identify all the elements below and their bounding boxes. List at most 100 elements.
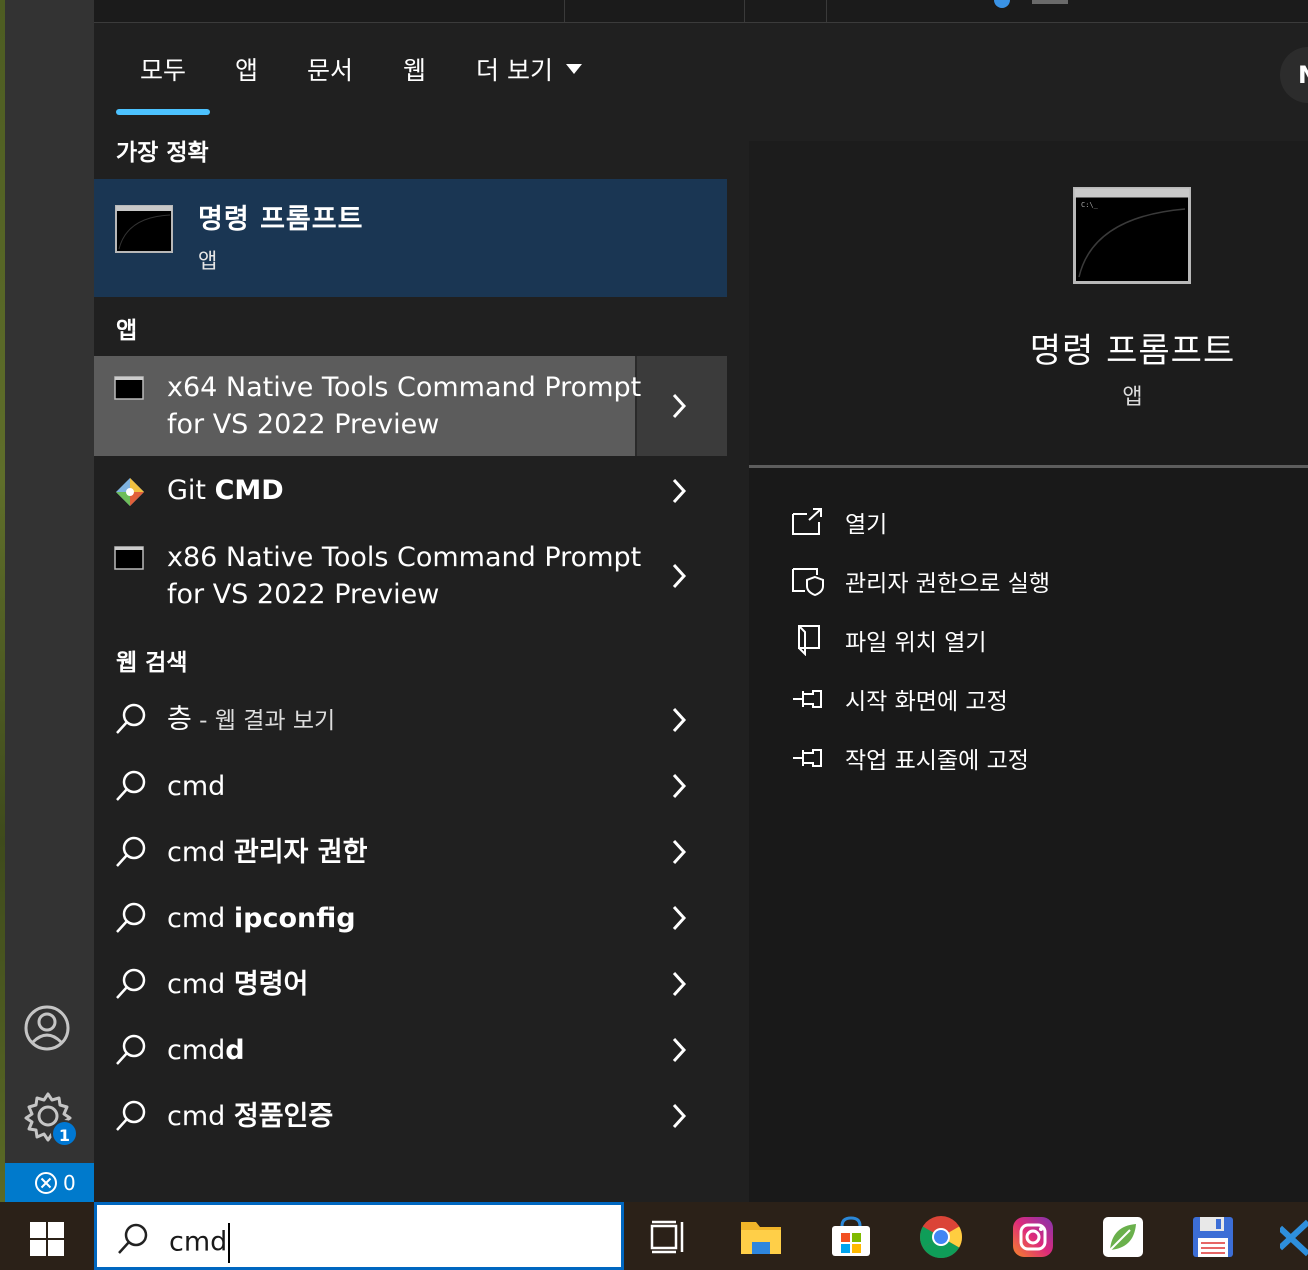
pin-icon — [793, 749, 822, 767]
leaf-app-icon[interactable] — [1100, 1214, 1146, 1260]
results-list: 가장 정확 명령 프롬프트 앱 앱 x64 Native Tools Comma… — [94, 119, 727, 1203]
web-result-3[interactable]: cmd ipconfig — [94, 885, 727, 951]
web-result-text: 층 — [167, 704, 192, 735]
section-best-match: 가장 정확 — [116, 140, 209, 166]
bar-indicator — [1032, 0, 1068, 4]
best-match-item[interactable]: 명령 프롬프트 앱 — [94, 179, 727, 297]
app-result-label: Git CMD — [167, 472, 284, 509]
preview-divider — [749, 465, 1308, 468]
action-label: 시작 화면에 고정 — [845, 689, 1008, 715]
web-result-1[interactable]: cmd — [94, 753, 727, 819]
search-icon — [116, 703, 146, 734]
vscode-status-problems[interactable]: 0 — [5, 1163, 94, 1202]
web-result-text: cmd — [167, 903, 234, 934]
web-result-match: d — [225, 1035, 245, 1066]
task-view-icon[interactable] — [646, 1214, 692, 1260]
active-tab-indicator — [116, 109, 210, 115]
action-label: 열기 — [845, 512, 888, 538]
web-result-text: cmd — [167, 837, 234, 868]
taskbar-search-box[interactable]: cmd — [94, 1202, 624, 1270]
text-cursor — [228, 1223, 231, 1263]
tab-more-label: 더 보기 — [476, 56, 553, 85]
chevron-right-icon — [672, 393, 687, 419]
search-icon — [116, 968, 146, 999]
web-result-text: cmd — [167, 1101, 234, 1132]
vscode-taskbar-icon[interactable] — [1280, 1214, 1308, 1260]
taskbar: cmd — [0, 1202, 1308, 1270]
web-result-match: 명령어 — [233, 969, 309, 1000]
bar-divider — [826, 0, 827, 22]
preview-header: C:\_ 명령 프롬프트 앱 — [749, 141, 1308, 465]
command-prompt-icon — [115, 205, 173, 253]
preview-subtitle: 앱 — [1122, 385, 1143, 410]
search-input[interactable]: cmd — [169, 1223, 231, 1263]
app-result-line2: for VS 2022 Preview — [167, 579, 440, 610]
web-result-2[interactable]: cmd 관리자 권한 — [94, 819, 727, 885]
app-result-label: x86 Native Tools Command Prompt for VS 2… — [167, 539, 641, 613]
web-result-0[interactable]: 층 - 웹 결과 보기 — [94, 687, 727, 753]
best-match-title: 명령 프롬프트 — [198, 204, 364, 235]
preview-pane: C:\_ 명령 프롬프트 앱 열기 관리자 권한으로 실행 파일 위치 열기 시… — [749, 141, 1308, 1203]
open-icon — [792, 508, 822, 535]
web-result-label: cmd 정품인증 — [167, 1098, 333, 1135]
app-result-text: Git — [167, 475, 215, 506]
app-result-x64-native-tools[interactable]: x64 Native Tools Command Prompt for VS 2… — [94, 356, 727, 456]
action-open[interactable]: 열기 — [791, 502, 887, 542]
problems-count: 0 — [63, 1170, 76, 1195]
tab-web[interactable]: 웹 — [403, 51, 426, 87]
profile-avatar[interactable]: N — [1280, 47, 1308, 103]
web-result-5[interactable]: cmdd — [94, 1017, 727, 1083]
command-prompt-icon: C:\_ — [1073, 187, 1191, 284]
save-disk-icon[interactable] — [1190, 1214, 1236, 1260]
start-search-panel: 모두 앱 문서 웹 더 보기 N 가장 정확 명령 프롬프트 앱 앱 — [94, 22, 1308, 1203]
action-pin-to-taskbar[interactable]: 작업 표시줄에 고정 — [791, 738, 1029, 778]
file-explorer-icon[interactable] — [738, 1214, 784, 1260]
action-open-file-location[interactable]: 파일 위치 열기 — [791, 620, 987, 660]
error-icon — [35, 1171, 57, 1194]
app-result-git-cmd[interactable]: Git CMD — [94, 456, 727, 526]
app-result-line2: for VS 2022 Preview — [167, 409, 440, 440]
web-result-4[interactable]: cmd 명령어 — [94, 951, 727, 1017]
windows-start-icon[interactable] — [28, 1220, 66, 1258]
app-result-x86-native-tools[interactable]: x86 Native Tools Command Prompt for VS 2… — [94, 526, 727, 626]
chevron-down-icon — [565, 64, 582, 74]
chrome-icon[interactable] — [918, 1214, 964, 1260]
command-prompt-icon — [114, 546, 144, 570]
action-pin-to-start[interactable]: 시작 화면에 고정 — [791, 679, 1008, 719]
section-apps: 앱 — [116, 318, 138, 344]
tab-all[interactable]: 모두 — [140, 51, 186, 87]
tab-documents[interactable]: 문서 — [307, 51, 353, 87]
web-result-label: cmd 명령어 — [167, 966, 308, 1003]
instagram-icon[interactable] — [1010, 1214, 1056, 1260]
web-result-match: 관리자 권한 — [233, 837, 368, 868]
search-icon — [116, 770, 146, 801]
chevron-right-icon — [672, 707, 687, 733]
app-result-line1: x64 Native Tools Command Prompt — [167, 372, 642, 403]
search-query-text: cmd — [169, 1226, 228, 1258]
web-result-label: 층 - 웹 결과 보기 — [167, 701, 335, 740]
action-run-as-admin[interactable]: 관리자 권한으로 실행 — [791, 561, 1050, 601]
best-match-subtitle: 앱 — [198, 249, 218, 273]
chevron-right-icon — [672, 563, 687, 589]
chevron-right-icon — [672, 1037, 687, 1063]
folder-icon — [798, 625, 820, 656]
svg-text:C:\_: C:\_ — [1081, 201, 1099, 209]
bar-indicator — [994, 0, 1010, 8]
search-icon — [116, 902, 146, 933]
app-result-match: CMD — [214, 475, 284, 506]
account-icon[interactable] — [22, 1003, 72, 1053]
search-tabs: 모두 앱 문서 웹 더 보기 N — [94, 23, 1308, 119]
web-result-6[interactable]: cmd 정품인증 — [94, 1083, 727, 1149]
app-result-label: x64 Native Tools Command Prompt for VS 2… — [167, 369, 641, 443]
pin-icon — [793, 690, 822, 708]
chevron-right-icon — [672, 971, 687, 997]
tab-more[interactable]: 더 보기 — [476, 51, 583, 87]
bar-divider — [564, 0, 565, 22]
search-icon — [116, 1034, 146, 1065]
web-result-label: cmd ipconfig — [167, 900, 356, 937]
tab-apps[interactable]: 앱 — [235, 51, 258, 87]
action-label: 관리자 권한으로 실행 — [845, 571, 1051, 597]
bar-divider — [744, 0, 745, 22]
microsoft-store-icon[interactable] — [828, 1214, 874, 1260]
section-web-search: 웹 검색 — [116, 650, 188, 676]
